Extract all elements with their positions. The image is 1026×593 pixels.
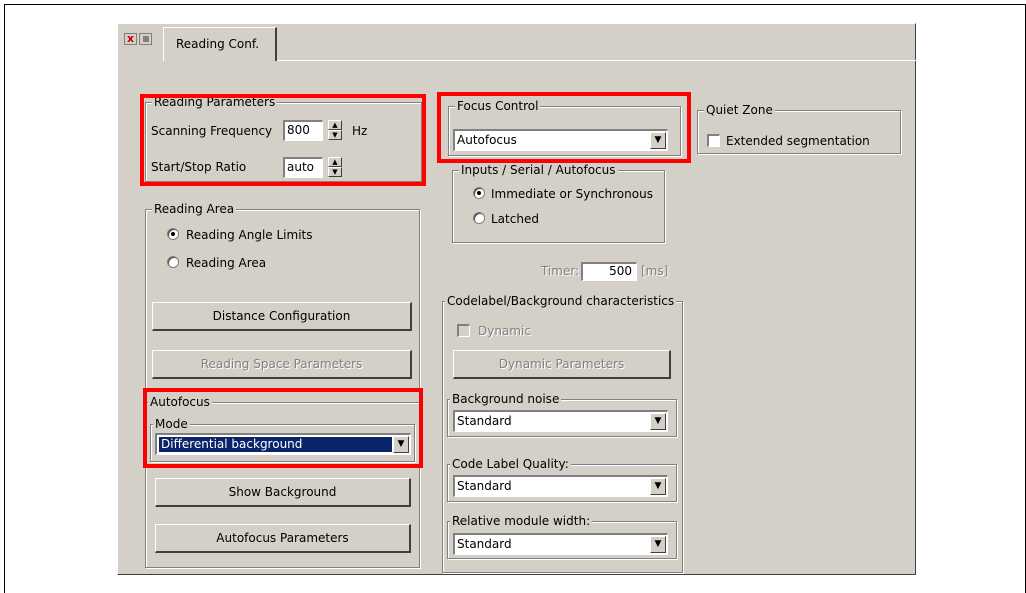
- timer-input[interactable]: 500: [581, 262, 637, 281]
- close-icon[interactable]: x: [124, 33, 137, 45]
- show-background-button[interactable]: Show Background: [155, 478, 411, 507]
- radio-reading-angle-limits[interactable]: [167, 228, 179, 240]
- background-noise-dropdown[interactable]: Standard ▼: [453, 410, 668, 432]
- latched-label: Latched: [491, 212, 539, 226]
- reading-area-label: Reading Area: [186, 256, 267, 270]
- tab-label: Reading Conf.: [176, 37, 260, 51]
- relative-module-width-title: Relative module width:: [450, 514, 593, 528]
- radio-reading-area[interactable]: [167, 256, 179, 268]
- background-noise-value: Standard: [457, 414, 512, 428]
- chevron-down-icon[interactable]: ▼: [650, 536, 666, 553]
- radio-latched[interactable]: [473, 212, 485, 224]
- extended-segmentation-checkbox[interactable]: [707, 134, 720, 147]
- inputs-group: Inputs / Serial / Autofocus: [452, 163, 665, 243]
- inputs-title: Inputs / Serial / Autofocus: [459, 163, 618, 177]
- quiet-zone-title: Quiet Zone: [704, 103, 775, 117]
- highlight-autofocus: [143, 388, 423, 468]
- autofocus-parameters-button[interactable]: Autofocus Parameters: [155, 524, 411, 553]
- chevron-down-icon[interactable]: ▼: [650, 413, 666, 430]
- dynamic-label: Dynamic: [478, 324, 531, 338]
- code-label-quality-value: Standard: [457, 479, 512, 493]
- codelabel-title: Codelabel/Background characteristics: [445, 294, 677, 308]
- distance-configuration-button[interactable]: Distance Configuration: [152, 302, 412, 331]
- highlight-focus-control: [437, 92, 691, 163]
- code-label-quality-dropdown[interactable]: Standard ▼: [453, 475, 668, 497]
- extended-segmentation-label: Extended segmentation: [726, 134, 870, 148]
- reading-angle-limits-label: Reading Angle Limits: [186, 228, 313, 242]
- background-noise-title: Background noise: [450, 392, 562, 406]
- reading-space-parameters-button[interactable]: Reading Space Parameters: [152, 350, 412, 379]
- tab-reading-conf[interactable]: Reading Conf.: [163, 27, 277, 61]
- timer-unit: [ms]: [641, 264, 669, 278]
- tab-divider: [277, 60, 916, 61]
- timer-label: Timer:: [541, 264, 580, 278]
- code-label-quality-title: Code Label Quality:: [450, 457, 571, 471]
- dynamic-parameters-button[interactable]: Dynamic Parameters: [453, 350, 671, 379]
- dynamic-checkbox[interactable]: [457, 324, 470, 337]
- relative-module-width-value: Standard: [457, 537, 512, 551]
- reading-area-title: Reading Area: [152, 202, 237, 216]
- chevron-down-icon[interactable]: ▼: [650, 478, 666, 495]
- immediate-label: Immediate or Synchronous: [491, 187, 653, 201]
- highlight-reading-parameters: [140, 94, 426, 186]
- radio-immediate[interactable]: [473, 187, 485, 199]
- restore-icon[interactable]: [139, 33, 152, 45]
- relative-module-width-dropdown[interactable]: Standard ▼: [453, 533, 668, 555]
